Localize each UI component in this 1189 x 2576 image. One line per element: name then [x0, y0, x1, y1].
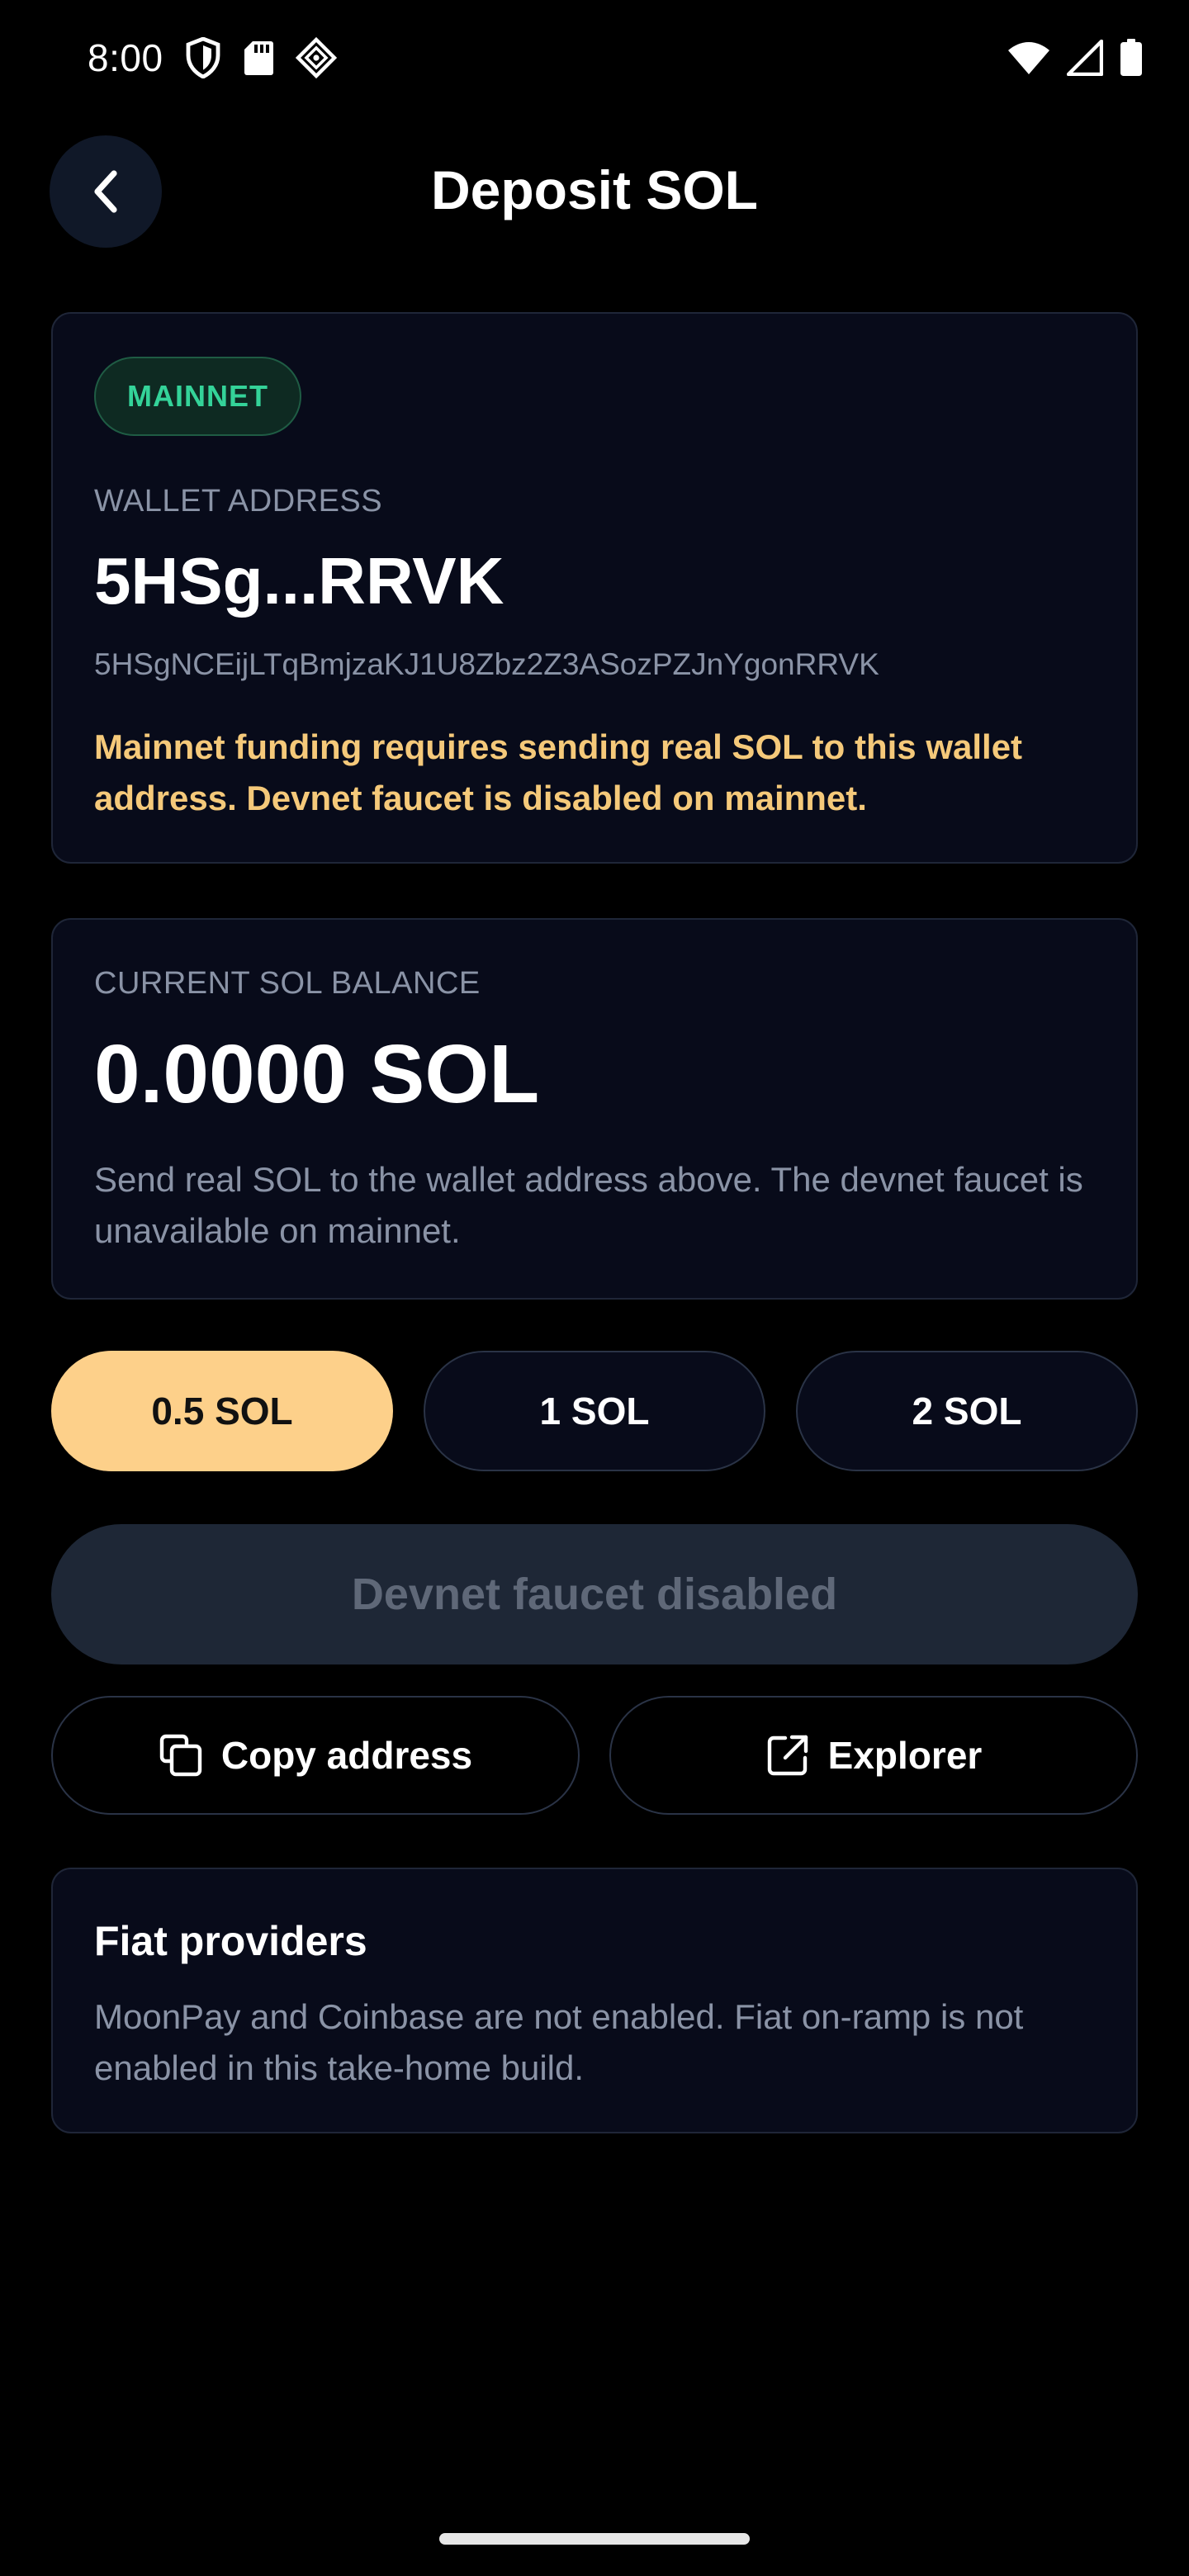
amount-chip-2-sol[interactable]: 2 SOL: [796, 1351, 1138, 1471]
copy-icon: [159, 1733, 203, 1778]
external-link-icon: [765, 1733, 810, 1778]
sd-card-icon: [243, 40, 274, 76]
header: Deposit SOL: [0, 132, 1189, 248]
fiat-providers-card: Fiat providers MoonPay and Coinbase are …: [51, 1868, 1138, 2133]
status-time: 8:00: [88, 36, 163, 79]
home-indicator[interactable]: [439, 2533, 750, 2545]
amount-chip-1-sol[interactable]: 1 SOL: [424, 1351, 765, 1471]
copy-address-button[interactable]: Copy address: [51, 1696, 580, 1815]
wifi-icon: [1007, 40, 1050, 75]
diamond-app-icon: [295, 37, 337, 78]
balance-help-text: Send real SOL to the wallet address abov…: [94, 1160, 1083, 1250]
page-title: Deposit SOL: [430, 159, 759, 220]
cellular-signal-icon: [1067, 40, 1103, 76]
wallet-address-short: 5HSg...RRVK: [94, 544, 504, 618]
devnet-faucet-button[interactable]: Devnet faucet disabled: [51, 1524, 1138, 1664]
wallet-address-full: 5HSgNCEijLTqBmjzaKJ1U8Zbz2Z3ASozPZJnYgon…: [94, 647, 879, 681]
fiat-providers-title: Fiat providers: [94, 1918, 367, 1964]
explorer-label: Explorer: [827, 1734, 983, 1777]
deposit-screen: 8:00 Deposit SOL MAINNET WALLET ADDRESS …: [0, 0, 1189, 2576]
status-bar: 8:00: [0, 0, 1189, 116]
balance-card: CURRENT SOL BALANCE 0.0000 SOL Send real…: [51, 918, 1138, 1300]
wallet-card: MAINNET WALLET ADDRESS 5HSg...RRVK 5HSgN…: [51, 312, 1138, 864]
amount-chip-0-5-sol[interactable]: 0.5 SOL: [51, 1351, 393, 1471]
balance-caption: CURRENT SOL BALANCE: [94, 966, 481, 1001]
wallet-address-caption: WALLET ADDRESS: [94, 484, 383, 519]
fiat-providers-text: MoonPay and Coinbase are not enabled. Fi…: [94, 1997, 1024, 2087]
network-badge: MAINNET: [94, 357, 301, 436]
battery-icon: [1120, 39, 1143, 77]
shield-icon: [185, 37, 221, 78]
copy-address-label: Copy address: [220, 1734, 473, 1777]
amount-options: 0.5 SOL 1 SOL 2 SOL: [51, 1351, 1138, 1471]
status-left: 8:00: [88, 36, 337, 80]
explorer-button[interactable]: Explorer: [609, 1696, 1138, 1815]
status-right: [1007, 39, 1143, 77]
balance-value: 0.0000 SOL: [94, 1028, 540, 1120]
mainnet-warning: Mainnet funding requires sending real SO…: [94, 727, 1023, 817]
